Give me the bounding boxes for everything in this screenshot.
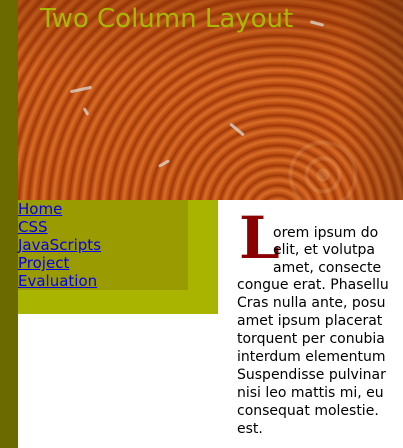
header-banner: Two Column Layout	[18, 0, 403, 200]
nav-item-javascripts: JavaScripts	[18, 236, 188, 254]
content-line: congue erat. Phasellu	[237, 277, 389, 293]
nav-link-javascripts[interactable]: JavaScripts	[18, 236, 101, 254]
navigation-inner-panel: Home CSS JavaScripts Project Evaluation	[18, 200, 188, 290]
left-sidebar-strip	[0, 0, 18, 448]
content-line: Suspendisse pulvinar	[237, 367, 386, 383]
main-content: L orem ipsum do elit, et volutpa amet, c…	[237, 208, 403, 448]
nav-link-evaluation[interactable]: Evaluation	[18, 272, 97, 290]
content-line: amet ipsum placerat	[237, 313, 383, 329]
content-line: Cras nulla ante, posu	[237, 295, 386, 311]
nav-item-project: Project	[18, 254, 188, 272]
wood-speck	[69, 85, 93, 94]
content-line: est.	[237, 421, 263, 437]
nav-link-css[interactable]: CSS	[18, 218, 48, 236]
content-line: amet, consecte	[273, 260, 382, 276]
wood-speck	[158, 159, 170, 168]
content-line: consequat molestie.	[237, 403, 379, 419]
content-line: torquent per conubia	[237, 331, 385, 347]
nav-link-project[interactable]: Project	[18, 254, 69, 272]
page-title: Two Column Layout	[40, 4, 294, 34]
nav-item-css: CSS	[18, 218, 188, 236]
content-line: orem ipsum do	[273, 225, 379, 241]
nav-list: Home CSS JavaScripts Project Evaluation	[18, 200, 188, 290]
nav-item-home: Home	[18, 200, 188, 218]
nav-link-home[interactable]: Home	[18, 200, 62, 218]
wood-speck	[229, 122, 245, 137]
navigation-panel: Home CSS JavaScripts Project Evaluation	[18, 200, 218, 314]
content-line: nisi leo mattis mi, eu	[237, 385, 384, 401]
header-shade-right	[343, 0, 403, 200]
nav-item-evaluation: Evaluation	[18, 272, 188, 290]
content-line: interdum elementum	[237, 349, 386, 365]
content-line: elit, et volutpa	[273, 242, 375, 258]
wood-speck	[82, 107, 90, 116]
